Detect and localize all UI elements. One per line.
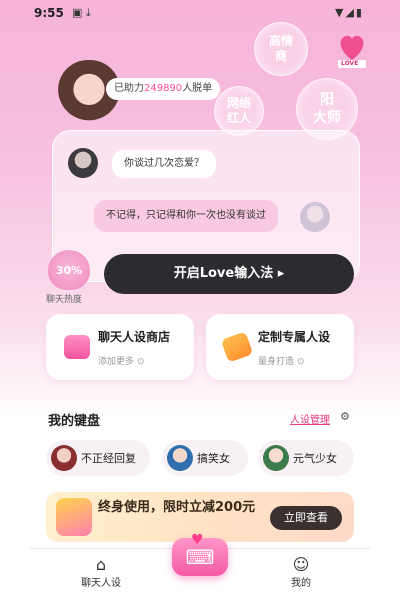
chip-label: 不正经回复 — [81, 452, 136, 465]
logo-text: LOVE — [341, 60, 359, 67]
tag-icon — [220, 331, 254, 363]
chip-label: 元气少女 — [293, 452, 337, 465]
heart-icon: ♥ — [191, 532, 204, 548]
keyboard-chip-funny[interactable]: 搞笑女 — [162, 440, 248, 476]
promo-text: 终身使用，限时立减200元 — [98, 500, 256, 515]
heart-meter-label: 聊天热度 — [46, 295, 83, 305]
chip-label: 搞笑女 — [197, 452, 230, 465]
chip-avatar — [167, 445, 193, 471]
female-chat-avatar — [300, 202, 330, 232]
chat-bubble-icon: ⌂ — [95, 555, 107, 574]
nav-chat-persona-label: 聊天人设 — [81, 578, 121, 589]
persona-bubble-influencer[interactable]: 网络 红人 — [214, 86, 264, 136]
keyboard-chip-energetic[interactable]: 元气少女 — [258, 440, 354, 476]
persona-bubble-high-eq[interactable]: 高情 商 — [254, 22, 308, 76]
keyboard-chip-unserious[interactable]: 不正经回复 — [46, 440, 150, 476]
settings-icon[interactable]: ⚙ — [340, 410, 350, 423]
helped-count-pill: 已助力249890人脱单 — [106, 78, 221, 100]
custom-persona-subtitle: 量身打造 ⊙ — [258, 357, 305, 367]
love-logo: LOVE — [334, 30, 370, 70]
chip-avatar — [263, 445, 289, 471]
persona-store-title: 聊天人设商店 — [98, 330, 171, 344]
male-chat-avatar — [68, 148, 98, 178]
nav-chat-persona[interactable]: ⌂ 聊天人设 — [66, 555, 136, 590]
app-screen: 9:55 ▣ ⤓ ▼◢▮ 高情 商 网络 红人 阳 大师 LOVE 已助力249… — [0, 0, 400, 600]
my-keyboard-title: 我的键盘 — [48, 414, 101, 429]
notification-icons: ▣ ⤓ — [72, 6, 91, 19]
signal-battery-icons: ▼◢▮ — [335, 6, 364, 19]
vip-gift-icon — [56, 498, 92, 536]
persona-manage-link[interactable]: 人设管理 — [290, 411, 330, 426]
custom-persona-card[interactable]: 定制专属人设 量身打造 ⊙ — [206, 314, 354, 380]
persona-store-card[interactable]: 聊天人设商店 添加更多 ⊙ — [46, 314, 194, 380]
view-now-button[interactable]: 立即查看 — [270, 506, 342, 530]
helped-count: 249890 — [144, 83, 183, 94]
heart-meter: 30% — [48, 250, 90, 290]
nav-mine-label: 我的 — [291, 578, 311, 589]
chip-avatar — [51, 445, 77, 471]
custom-persona-title: 定制专属人设 — [258, 330, 331, 344]
helped-suffix: 人脱单 — [182, 83, 213, 94]
persona-store-subtitle: 添加更多 ⊙ — [98, 357, 145, 367]
nav-mine[interactable]: ☺ 我的 — [266, 555, 336, 590]
status-time: 9:55 — [34, 6, 64, 20]
chat-answer-bubble: 不记得，只记得和你一次也没有谈过 — [94, 200, 278, 232]
store-icon — [64, 335, 90, 359]
smile-icon: ☺ — [292, 555, 310, 574]
helped-prefix: 已助力 — [114, 83, 144, 94]
open-love-keyboard-button[interactable]: 开启Love输入法 ▸ — [104, 254, 354, 294]
chat-question-bubble: 你谈过几次恋爱？ — [112, 150, 216, 178]
